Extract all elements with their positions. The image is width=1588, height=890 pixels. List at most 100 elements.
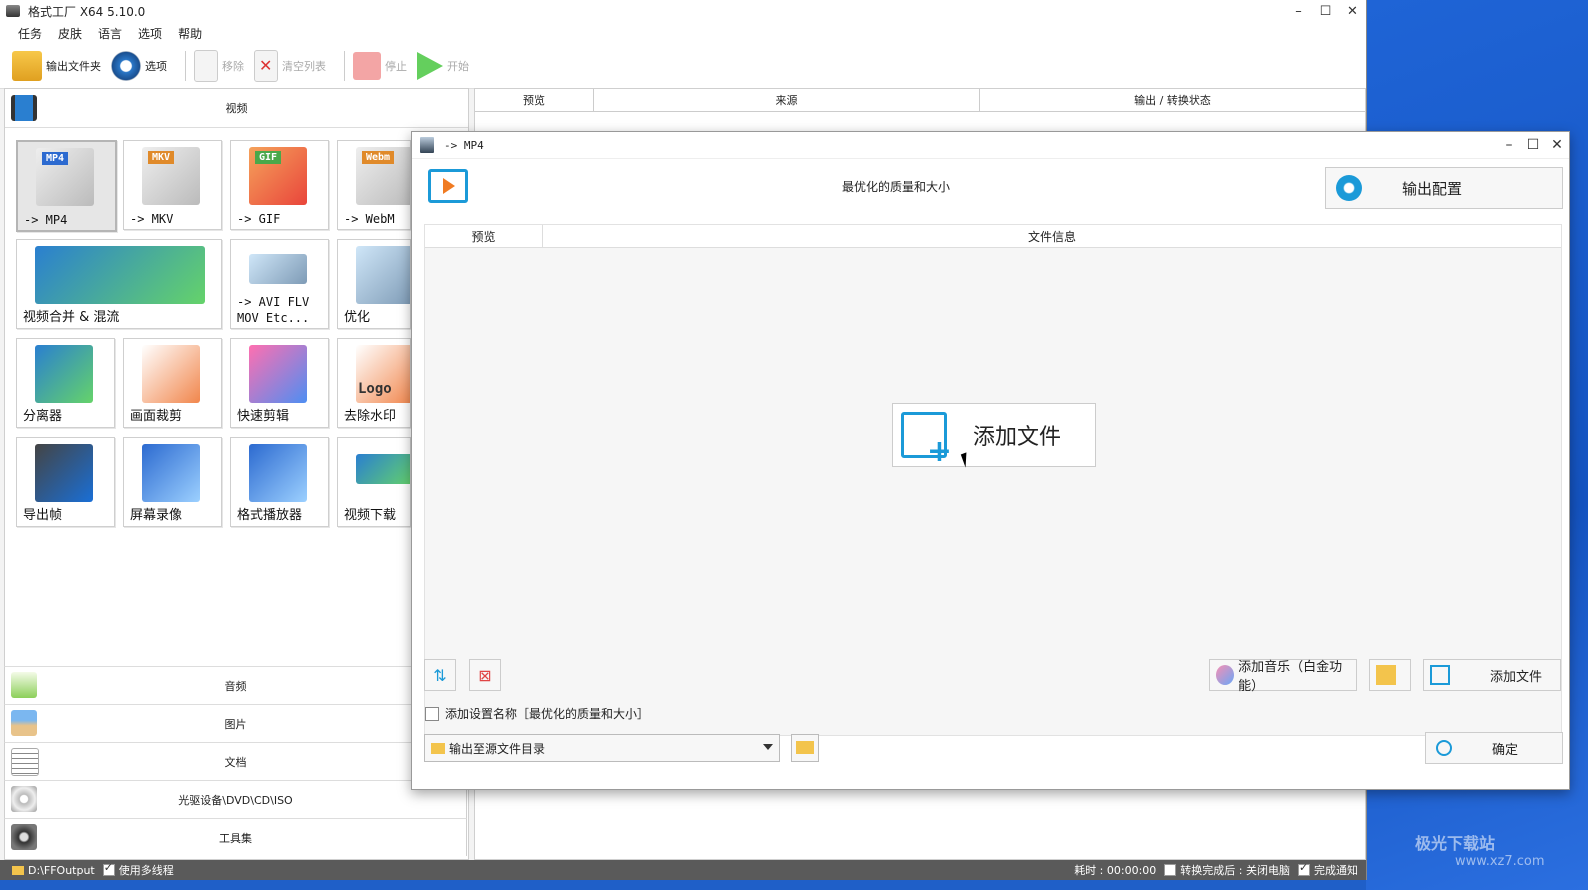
window-title: 格式工厂 X64 5.10.0 [28, 4, 146, 19]
check-circle-icon [1436, 740, 1452, 756]
player-icon [249, 444, 307, 502]
mp4-file-icon: MP4 [36, 148, 94, 206]
app-icon [6, 5, 20, 17]
tile-to-mp4[interactable]: MP4 -> MP4 [16, 140, 117, 232]
tile-optimize[interactable]: 优化 [337, 239, 411, 329]
options-button[interactable]: 选项 [111, 51, 167, 81]
music-note-icon [11, 672, 37, 698]
film-reel-icon [11, 824, 37, 850]
download-icon [356, 454, 410, 484]
folder-icon [431, 742, 445, 754]
document-icon [11, 748, 39, 776]
category-video[interactable]: 视频 [5, 89, 468, 128]
disc-icon [11, 786, 37, 812]
remove-button[interactable]: 移除 [194, 50, 244, 82]
browse-folder-button[interactable] [791, 734, 819, 762]
status-bar: D:\FFOutput 使用多线程 耗时 : 00:00:00 转换完成后 : … [0, 860, 1366, 880]
category-audio[interactable]: 音频 [4, 666, 467, 704]
dialog-minimize-button[interactable]: – [1497, 132, 1521, 158]
col-preview[interactable]: 预览 [475, 89, 594, 111]
toolbar: 输出文件夹 选项 移除 清空列表 停止 开始 [0, 44, 1366, 89]
remove-file-button[interactable]: ⊠ [469, 659, 501, 691]
maximize-button[interactable]: ☐ [1312, 0, 1339, 22]
minimize-button[interactable]: – [1285, 0, 1312, 22]
gear-icon [1336, 175, 1362, 201]
tile-to-mkv[interactable]: MKV -> MKV [123, 140, 222, 230]
scissors-icon [142, 345, 200, 403]
tile-crop[interactable]: 画面裁剪 [123, 338, 222, 428]
col-preview[interactable]: 预览 [425, 225, 543, 247]
add-folder-button[interactable] [1369, 659, 1411, 691]
tile-to-webm[interactable]: Webm -> WebM [337, 140, 411, 230]
tile-screen-record[interactable]: 屏幕录像 [123, 437, 222, 527]
document-icon [194, 50, 218, 82]
category-toolbox[interactable]: 工具集 [4, 818, 467, 856]
close-button[interactable]: ✕ [1339, 0, 1366, 22]
music-note-icon [1216, 665, 1235, 685]
folder-add-icon [1376, 665, 1396, 685]
dialog-list-header: 预览 文件信息 [425, 225, 1561, 248]
quality-preset-label: 最优化的质量和大小 [842, 180, 951, 194]
video-play-icon [428, 169, 468, 203]
formats-strip-icon [249, 254, 307, 284]
output-folder-button[interactable]: 输出文件夹 [12, 51, 101, 81]
add-music-button[interactable]: 添加音乐（白金功能） [1209, 659, 1357, 694]
clear-list-button[interactable]: 清空列表 [254, 50, 326, 82]
gear-icon [111, 51, 141, 81]
dialog-title-bar: -> MP4 – ☐ ✕ [412, 132, 1569, 159]
tile-export-frames[interactable]: 导出帧 [16, 437, 115, 527]
ok-button[interactable]: 确定 [1425, 732, 1563, 764]
tile-remove-watermark[interactable]: Logo 去除水印 [337, 338, 411, 428]
add-file-icon [901, 412, 952, 469]
dialog-maximize-button[interactable]: ☐ [1521, 132, 1545, 158]
sort-button[interactable]: ⇅ [424, 659, 456, 691]
add-file-button[interactable]: 添加文件 [1423, 659, 1561, 691]
add-file-big-button[interactable]: 添加文件 [892, 403, 1096, 469]
menu-language[interactable]: 语言 [98, 25, 122, 42]
menu-skin[interactable]: 皮肤 [58, 25, 82, 42]
after-done-checkbox[interactable] [1164, 864, 1177, 876]
col-source[interactable]: 来源 [594, 89, 980, 111]
tile-splitter[interactable]: 分离器 [16, 338, 115, 428]
tile-video-download[interactable]: 视频下载 [337, 437, 411, 527]
start-button[interactable]: 开始 [417, 52, 469, 80]
clear-icon [254, 50, 278, 82]
elapsed-time: 耗时 : 00:00:00 [1074, 864, 1157, 877]
tile-to-avi-flv-mov[interactable]: -> AVI FLV MOV Etc... [230, 239, 329, 329]
col-output-status[interactable]: 输出 / 转换状态 [980, 89, 1365, 111]
chevron-down-icon [763, 744, 773, 750]
gif-file-icon: GIF [249, 147, 307, 205]
tile-format-player[interactable]: 格式播放器 [230, 437, 329, 527]
output-path[interactable]: D:\FFOutput [28, 864, 95, 877]
tile-quick-clip[interactable]: 快速剪辑 [230, 338, 329, 428]
task-list-header: 预览 来源 输出 / 转换状态 [475, 89, 1365, 112]
menu-help[interactable]: 帮助 [178, 25, 202, 42]
tile-merge-mux[interactable]: 视频合并 & 混流 [16, 239, 222, 329]
category-list: 音频 图片 文档 光驱设备\DVD\CD\ISO 工具集 [4, 666, 467, 856]
menu-options[interactable]: 选项 [138, 25, 162, 42]
col-file-info[interactable]: 文件信息 [543, 225, 1561, 247]
add-setting-name-checkbox[interactable] [425, 706, 439, 721]
stop-button[interactable]: 停止 [353, 52, 407, 80]
menu-task[interactable]: 任务 [18, 25, 42, 42]
merge-media-icon [35, 246, 205, 304]
multithread-checkbox[interactable] [102, 861, 115, 876]
tile-to-gif[interactable]: GIF -> GIF [230, 140, 329, 230]
webm-file-icon: Webm [356, 147, 410, 205]
screen-record-icon [142, 444, 200, 502]
output-config-button[interactable]: 输出配置 [1325, 167, 1563, 209]
category-disc[interactable]: 光驱设备\DVD\CD\ISO [4, 780, 467, 818]
frames-icon [35, 444, 93, 502]
site-watermark: 极光下载站 www.xz7.com [1415, 834, 1545, 869]
category-image[interactable]: 图片 [4, 704, 467, 742]
menu-bar: 任务 皮肤 语言 选项 帮助 [0, 22, 1366, 44]
dialog-close-button[interactable]: ✕ [1545, 132, 1569, 158]
add-setting-name-option[interactable]: 添加设置名称［最优化的质量和大小］ [425, 705, 649, 722]
picture-icon [11, 710, 37, 736]
category-document[interactable]: 文档 [4, 742, 467, 780]
output-dir-select[interactable]: 输出至源文件目录 [424, 734, 780, 762]
add-file-icon [1430, 665, 1450, 685]
notify-checkbox[interactable] [1298, 861, 1310, 876]
after-done-label: 转换完成后 : 关闭电脑 [1180, 864, 1290, 877]
optimize-gears-icon [356, 246, 410, 304]
